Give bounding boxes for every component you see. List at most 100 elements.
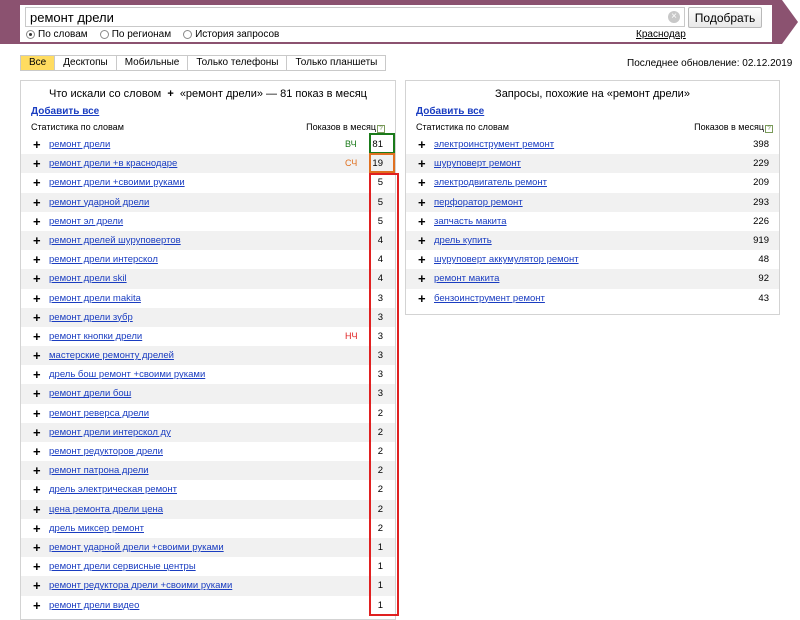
tab-mobile[interactable]: Мобильные bbox=[116, 56, 189, 70]
phrase-link[interactable]: ремонт редукторов дрели bbox=[49, 442, 163, 461]
phrase-link[interactable]: запчасть макита bbox=[434, 212, 507, 231]
add-phrase-icon[interactable]: + bbox=[418, 173, 426, 192]
add-phrase-icon[interactable]: + bbox=[33, 480, 41, 499]
phrase-link[interactable]: шуруповерт ремонт bbox=[434, 154, 521, 173]
mode-by-words[interactable]: По словам bbox=[26, 28, 88, 41]
tab-tablets[interactable]: Только планшеты bbox=[287, 56, 386, 70]
table-row: + ремонт дрели видео 1 bbox=[21, 596, 395, 615]
add-phrase-icon[interactable]: + bbox=[418, 193, 426, 212]
add-phrase-icon[interactable]: + bbox=[33, 384, 41, 403]
impressions-count: 1 bbox=[377, 580, 383, 592]
column-header-phrase: Статистика по словам bbox=[31, 122, 124, 132]
add-phrase-icon[interactable]: + bbox=[33, 404, 41, 423]
left-title-suffix: «ремонт дрели» — 81 показ в месяц bbox=[179, 88, 367, 100]
phrase-link[interactable]: ремонт дрели bbox=[49, 135, 110, 154]
add-phrase-icon[interactable]: + bbox=[33, 193, 41, 212]
add-phrase-icon[interactable]: + bbox=[418, 289, 426, 308]
add-phrase-icon[interactable]: + bbox=[418, 154, 426, 173]
radio-icon[interactable] bbox=[183, 30, 193, 39]
add-phrase-icon[interactable]: + bbox=[418, 135, 426, 154]
phrase-link[interactable]: мастерские ремонту дрелей bbox=[49, 346, 174, 365]
phrase-link[interactable]: ремонт дрели зубр bbox=[49, 308, 133, 327]
phrase-link[interactable]: ремонт дрели +в краснодаре bbox=[49, 154, 177, 173]
phrase-link[interactable]: перфоратор ремонт bbox=[434, 193, 523, 212]
pick-button[interactable]: Подобрать bbox=[688, 7, 762, 28]
impressions-count: 43 bbox=[758, 292, 769, 304]
table-row: + шуруповерт ремонт 229 bbox=[406, 154, 779, 174]
phrase-link[interactable]: ремонт дрели makita bbox=[49, 289, 141, 308]
clear-icon[interactable]: × bbox=[668, 11, 680, 23]
phrase-link[interactable]: дрель миксер ремонт bbox=[49, 519, 144, 538]
phrase-link[interactable]: ремонт дрели skil bbox=[49, 269, 127, 288]
add-phrase-icon[interactable]: + bbox=[33, 423, 41, 442]
add-phrase-icon[interactable]: + bbox=[33, 442, 41, 461]
mode-by-regions[interactable]: По регионам bbox=[99, 28, 171, 41]
tab-desktops[interactable]: Десктопы bbox=[55, 56, 117, 70]
add-phrase-icon[interactable]: + bbox=[33, 212, 41, 231]
add-phrase-icon[interactable]: + bbox=[418, 231, 426, 250]
impressions-count: 919 bbox=[753, 234, 769, 246]
region-link[interactable]: Краснодар bbox=[636, 29, 686, 40]
add-phrase-icon[interactable]: + bbox=[33, 231, 41, 250]
phrase-link[interactable]: ремонт ударной дрели bbox=[49, 193, 149, 212]
phrase-link[interactable]: ремонт дрели интерскол ду bbox=[49, 423, 171, 442]
phrase-link[interactable]: ремонт эл дрели bbox=[49, 212, 123, 231]
phrase-link[interactable]: электродвигатель ремонт bbox=[434, 173, 547, 192]
add-phrase-icon[interactable]: + bbox=[33, 135, 41, 154]
add-phrase-icon[interactable]: + bbox=[33, 289, 41, 308]
phrase-link[interactable]: ремонт ударной дрели +своими руками bbox=[49, 538, 224, 557]
table-row: + запчасть макита 226 bbox=[406, 212, 779, 231]
add-phrase-icon[interactable]: + bbox=[33, 173, 41, 192]
add-phrase-icon[interactable]: + bbox=[33, 538, 41, 557]
add-phrase-icon[interactable]: + bbox=[33, 461, 41, 480]
tab-phones[interactable]: Только телефоны bbox=[188, 56, 288, 70]
phrase-link[interactable]: электроинструмент ремонт bbox=[434, 135, 554, 154]
add-phrase-icon[interactable]: + bbox=[418, 250, 426, 269]
tab-all[interactable]: Все bbox=[21, 56, 56, 70]
phrase-link[interactable]: ремонт дрели сервисные центры bbox=[49, 557, 196, 576]
add-phrase-icon[interactable]: + bbox=[33, 557, 41, 576]
phrase-link[interactable]: ремонт дрели бош bbox=[49, 384, 131, 403]
add-phrase-icon[interactable]: + bbox=[418, 212, 426, 231]
phrase-link[interactable]: ремонт кнопки дрели bbox=[49, 327, 142, 346]
help-icon[interactable]: ? bbox=[765, 125, 773, 133]
add-phrase-icon[interactable]: + bbox=[33, 576, 41, 595]
phrase-link[interactable]: ремонт реверса дрели bbox=[49, 404, 149, 423]
add-phrase-icon[interactable]: + bbox=[33, 250, 41, 269]
add-phrase-icon[interactable]: + bbox=[33, 519, 41, 538]
add-phrase-icon[interactable]: + bbox=[33, 308, 41, 327]
add-phrase-icon[interactable]: + bbox=[33, 365, 41, 384]
help-icon[interactable]: ? bbox=[377, 125, 385, 133]
phrase-link[interactable]: дрель бош ремонт +своими руками bbox=[49, 365, 205, 384]
phrase-link[interactable]: дрель электрическая ремонт bbox=[49, 480, 177, 499]
phrase-link[interactable]: шуруповерт аккумулятор ремонт bbox=[434, 250, 579, 269]
add-phrase-icon[interactable]: + bbox=[33, 596, 41, 615]
add-all-similar-button[interactable]: Добавить все bbox=[416, 106, 484, 117]
phrase-link[interactable]: цена ремонта дрели цена bbox=[49, 500, 163, 519]
phrase-link[interactable]: ремонт макита bbox=[434, 269, 499, 288]
impressions-count: 4 bbox=[377, 234, 383, 246]
add-phrase-icon[interactable]: + bbox=[33, 269, 41, 288]
add-phrase-icon[interactable]: + bbox=[33, 346, 41, 365]
phrase-link[interactable]: ремонт патрона дрели bbox=[49, 461, 149, 480]
phrase-link[interactable]: ремонт дрели видео bbox=[49, 596, 139, 615]
radio-icon[interactable] bbox=[99, 30, 109, 39]
mode-history[interactable]: История запросов bbox=[183, 28, 279, 41]
phrase-link[interactable]: ремонт дрелей шуруповертов bbox=[49, 231, 181, 250]
add-phrase-icon[interactable]: + bbox=[33, 327, 41, 346]
phrase-link[interactable]: дрель купить bbox=[434, 231, 492, 250]
phrase-link[interactable]: ремонт дрели +своими руками bbox=[49, 173, 185, 192]
left-rows: + ремонт дрели ВЧ 81 + ремонт дрели +в красно… bbox=[21, 135, 395, 615]
add-all-button[interactable]: Добавить все bbox=[31, 106, 99, 117]
phrase-link[interactable]: бензоинструмент ремонт bbox=[434, 289, 545, 308]
phrase-link[interactable]: ремонт дрели интерскол bbox=[49, 250, 158, 269]
table-row: + ремонт дрели +в краснодаре СЧ 19 bbox=[21, 154, 395, 174]
search-input[interactable] bbox=[25, 7, 685, 27]
radio-icon[interactable] bbox=[26, 30, 35, 39]
add-phrase-icon[interactable]: + bbox=[33, 154, 41, 173]
table-row: + перфоратор ремонт 293 bbox=[406, 192, 779, 212]
add-phrase-icon[interactable]: + bbox=[418, 269, 426, 288]
left-panel: Что искали со словом + «ремонт дрели» — … bbox=[20, 80, 399, 620]
add-phrase-icon[interactable]: + bbox=[33, 500, 41, 519]
phrase-link[interactable]: ремонт редуктора дрели +своими руками bbox=[49, 576, 232, 595]
